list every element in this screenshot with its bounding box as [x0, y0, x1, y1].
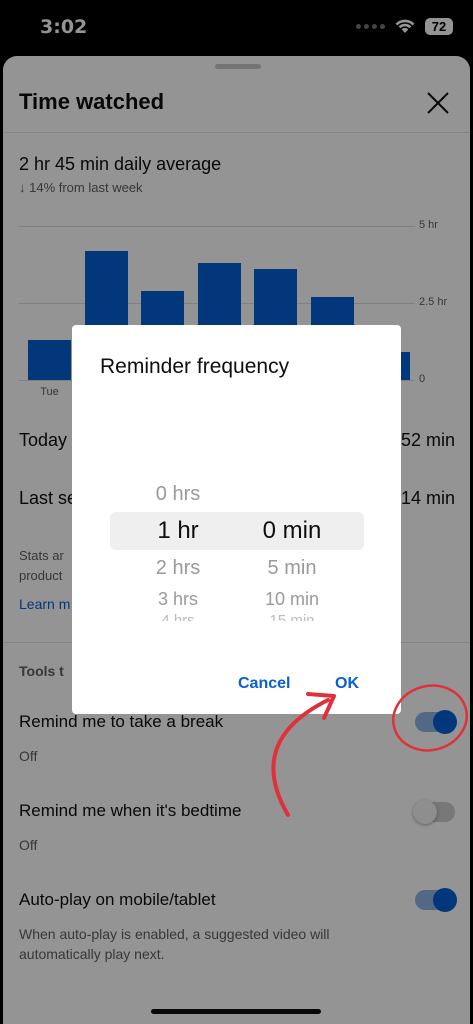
- annotation-arrow: [271, 698, 330, 817]
- annotation-circle: [392, 684, 468, 752]
- annotation-arrowhead: [306, 692, 336, 720]
- annotation-overlay: [271, 684, 468, 817]
